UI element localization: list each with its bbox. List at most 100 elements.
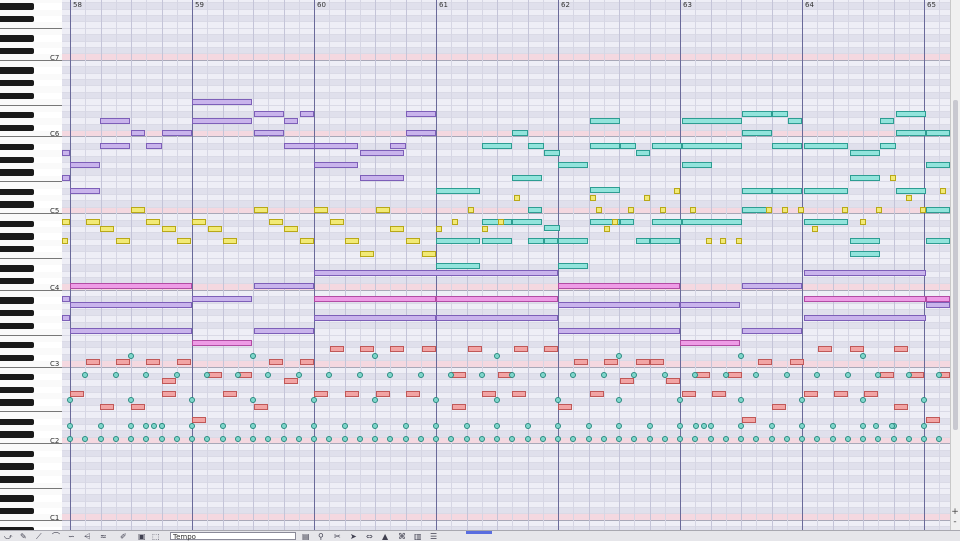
drum-hit[interactable] — [873, 423, 879, 429]
melody-note[interactable] — [926, 162, 950, 168]
melody-note[interactable] — [162, 130, 192, 136]
drum-hit[interactable] — [250, 397, 256, 403]
bass-note[interactable] — [162, 391, 176, 397]
melody-note[interactable] — [558, 238, 588, 244]
bass-note[interactable] — [604, 359, 618, 365]
bass-note[interactable] — [131, 404, 145, 410]
drum-hit[interactable] — [189, 436, 195, 442]
counter-note[interactable] — [345, 238, 359, 244]
melody-note[interactable] — [926, 207, 950, 213]
bass-note[interactable] — [223, 391, 237, 397]
melody-note[interactable] — [620, 143, 636, 149]
drum-hit[interactable] — [677, 397, 683, 403]
drum-hit[interactable] — [921, 397, 927, 403]
black-key[interactable] — [0, 124, 34, 132]
melody-note[interactable] — [300, 111, 314, 117]
counter-note[interactable] — [720, 238, 726, 244]
drum-hit[interactable] — [151, 423, 157, 429]
bass-note[interactable] — [804, 391, 818, 397]
bass-note[interactable] — [894, 346, 908, 352]
drum-hit[interactable] — [494, 353, 500, 359]
drum-hit[interactable] — [67, 397, 73, 403]
pad-note[interactable] — [804, 296, 926, 302]
melody-note[interactable] — [590, 118, 620, 124]
bass-note[interactable] — [360, 346, 374, 352]
drum-hit[interactable] — [616, 436, 622, 442]
counter-note[interactable] — [390, 226, 404, 232]
white-key[interactable] — [0, 380, 62, 387]
black-key[interactable] — [0, 386, 34, 394]
drum-hit[interactable] — [372, 353, 378, 359]
drum-hit[interactable] — [463, 436, 470, 442]
drum-hit[interactable] — [433, 423, 439, 429]
drum-hit[interactable] — [417, 372, 424, 378]
melody-note[interactable] — [590, 187, 620, 193]
drum-hit[interactable] — [890, 436, 897, 442]
vertical-scroll-thumb[interactable] — [953, 100, 958, 430]
melody-note[interactable] — [284, 118, 298, 124]
melody-note[interactable] — [682, 162, 712, 168]
drum-hit[interactable] — [219, 423, 226, 429]
drum-hit[interactable] — [921, 436, 927, 442]
bass-note[interactable] — [376, 391, 390, 397]
drum-hit[interactable] — [707, 423, 714, 429]
drum-hit[interactable] — [829, 436, 836, 442]
melody-note[interactable] — [926, 130, 950, 136]
bass-note[interactable] — [314, 391, 328, 397]
drum-hit[interactable] — [555, 436, 561, 442]
counter-note[interactable] — [360, 251, 374, 257]
horizontal-scroll-thumb[interactable] — [466, 531, 492, 534]
black-key[interactable] — [0, 188, 34, 195]
drum-hit[interactable] — [783, 436, 790, 442]
melody-note[interactable] — [390, 143, 406, 149]
bass-note[interactable] — [636, 359, 650, 365]
drum-hit[interactable] — [128, 436, 134, 442]
melody-note[interactable] — [682, 143, 742, 149]
counter-note[interactable] — [660, 207, 666, 213]
drum-hit[interactable] — [173, 436, 180, 442]
drum-hit[interactable] — [67, 436, 73, 442]
melody-note[interactable] — [926, 238, 950, 244]
counter-note[interactable] — [422, 251, 436, 257]
drum-hit[interactable] — [905, 436, 912, 442]
melody-note[interactable] — [482, 219, 512, 225]
white-key[interactable] — [0, 367, 62, 374]
drum-hit[interactable] — [128, 423, 134, 429]
melody-note[interactable] — [850, 238, 880, 244]
drum-hit[interactable] — [143, 423, 149, 429]
white-key[interactable] — [0, 73, 62, 80]
counter-note[interactable] — [782, 207, 788, 213]
bass-note[interactable] — [544, 346, 558, 352]
counter-note[interactable] — [62, 238, 68, 244]
counter-note[interactable] — [812, 226, 818, 232]
black-key[interactable] — [0, 246, 34, 253]
white-key[interactable] — [0, 182, 62, 189]
black-key[interactable] — [0, 67, 34, 74]
black-key[interactable] — [0, 156, 34, 164]
melody-note[interactable] — [896, 188, 926, 194]
drum-hit[interactable] — [646, 436, 653, 442]
counter-note[interactable] — [100, 226, 114, 232]
melody-note[interactable] — [558, 162, 588, 168]
counter-note[interactable] — [482, 226, 488, 232]
melody-note[interactable] — [620, 219, 634, 225]
pad-note[interactable] — [254, 328, 314, 334]
bass-note[interactable] — [712, 391, 726, 397]
melody-note[interactable] — [360, 175, 404, 181]
drum-hit[interactable] — [844, 372, 851, 378]
drum-hit[interactable] — [661, 436, 668, 442]
drum-hit[interactable] — [585, 423, 592, 429]
pad-note[interactable] — [70, 328, 192, 334]
drum-hit[interactable] — [128, 353, 134, 359]
drum-hit[interactable] — [341, 423, 348, 429]
drum-hit[interactable] — [783, 372, 790, 378]
drum-hit[interactable] — [722, 372, 729, 378]
drum-hit[interactable] — [722, 436, 729, 442]
drum-hit[interactable] — [417, 436, 424, 442]
black-key[interactable] — [0, 341, 34, 349]
bass-note[interactable] — [558, 404, 572, 410]
melody-note[interactable] — [772, 188, 802, 194]
melody-note[interactable] — [512, 219, 542, 225]
drum-hit[interactable] — [738, 397, 744, 403]
pad-note[interactable] — [926, 296, 950, 302]
